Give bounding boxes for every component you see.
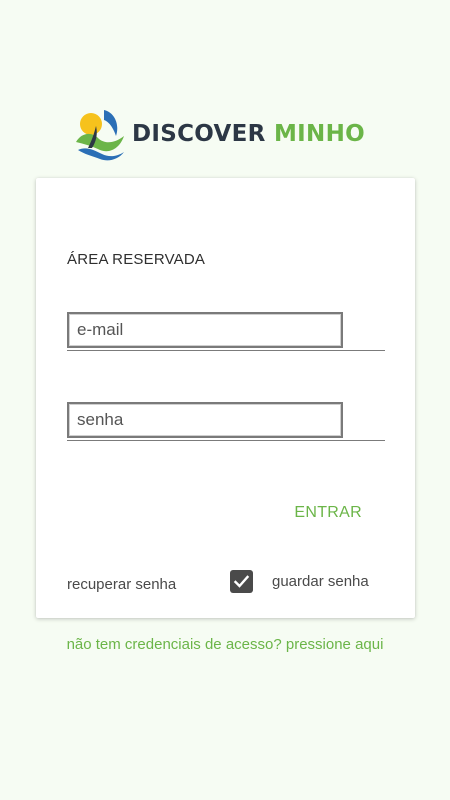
- login-card: ÁREA RESERVADA ENTRAR recuperar senha gu…: [36, 178, 415, 618]
- brand-word-minho: MINHO: [273, 121, 365, 147]
- remember-password-checkbox[interactable]: [230, 570, 253, 593]
- password-field-container: [67, 402, 385, 441]
- discover-minho-logo-icon: [76, 110, 124, 161]
- email-field-container: [67, 312, 385, 351]
- remember-password-label: guardar senha: [272, 573, 369, 590]
- checkmark-icon: [233, 575, 250, 588]
- login-button[interactable]: ENTRAR: [294, 504, 362, 522]
- brand-name: DISCOVER MINHO: [132, 121, 365, 147]
- app-logo: DISCOVER MINHO: [74, 104, 365, 164]
- login-title: ÁREA RESERVADA: [67, 251, 206, 268]
- email-field[interactable]: [67, 312, 343, 348]
- brand-word-discover: DISCOVER: [132, 121, 266, 147]
- password-field[interactable]: [67, 402, 343, 438]
- recover-password-link[interactable]: recuperar senha: [67, 576, 176, 593]
- remember-password-toggle[interactable]: guardar senha: [230, 570, 369, 593]
- register-link[interactable]: não tem credenciais de acesso? pressione…: [0, 636, 450, 653]
